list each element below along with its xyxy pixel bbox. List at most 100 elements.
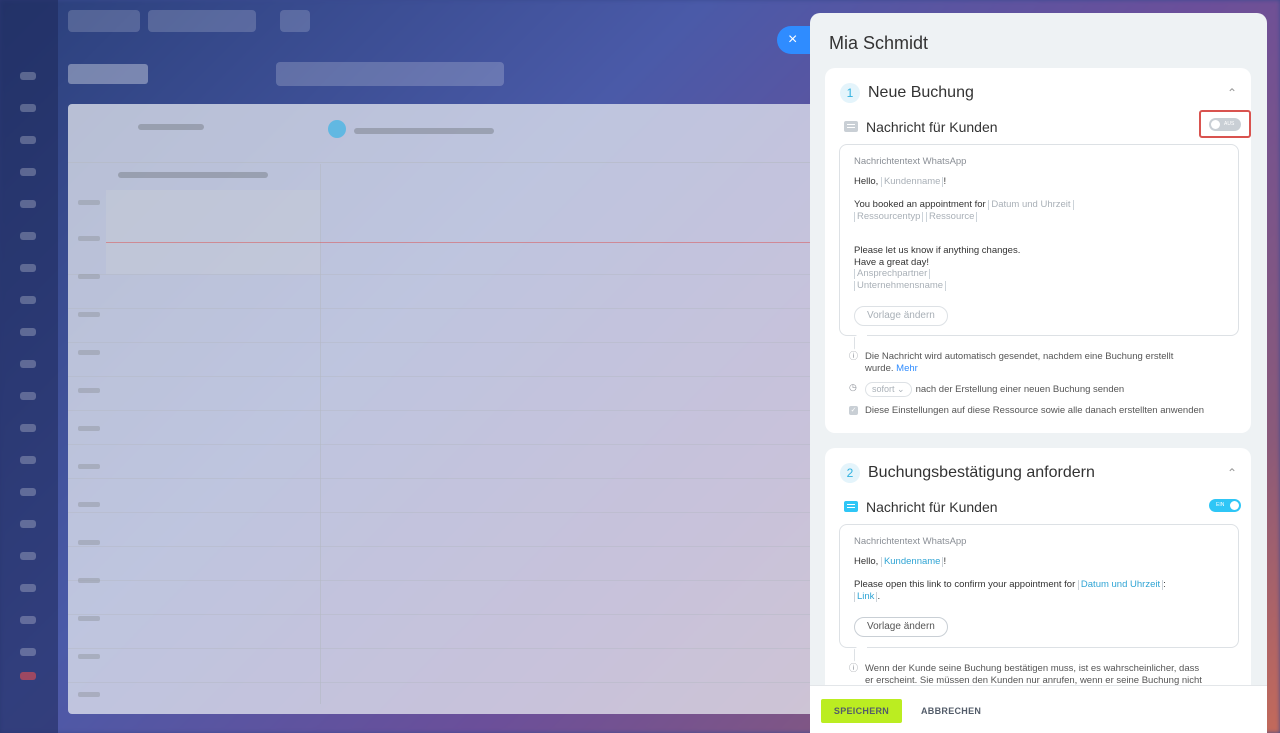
bg-sidebar-icon (20, 168, 36, 176)
bg-time (78, 236, 100, 241)
bg-row-line (68, 376, 828, 377)
change-template-button[interactable]: Vorlage ändern (854, 617, 948, 637)
close-icon: × (788, 31, 798, 48)
bg-row-line (68, 546, 828, 547)
bg-time (78, 692, 100, 697)
bg-time (78, 616, 100, 621)
save-button[interactable]: SPEICHERN (821, 699, 902, 723)
bg-time (78, 350, 100, 355)
message-toggle[interactable]: EIN (1209, 499, 1241, 512)
message-icon (844, 121, 858, 132)
background-sidebar (0, 0, 58, 733)
bg-sidebar-icon (20, 232, 36, 240)
bg-bar (118, 172, 268, 178)
section-booking-confirmation: 2 Buchungsbestätigung anfordern ⌃ Nachri… (825, 448, 1251, 685)
timing-text: sofort ⌄ nach der Erstellung einer neuen … (865, 382, 1124, 397)
bg-sidebar-icon (20, 672, 36, 680)
message-line: You booked an appointment for Datum und … (854, 199, 1074, 222)
background-title (68, 64, 148, 84)
toggle-knob (1211, 120, 1220, 129)
message-preview: Nachrichtentext WhatsApp Hello, Kundenna… (839, 144, 1239, 350)
message-label: Nachricht für Kunden (866, 499, 998, 515)
bg-sidebar-icon (20, 136, 36, 144)
bg-sidebar-icon (20, 520, 36, 528)
bg-sidebar-icon (20, 456, 36, 464)
background-search (276, 62, 504, 86)
bg-sidebar-icon (20, 424, 36, 432)
bg-bar (354, 128, 494, 134)
placeholder-tag: Ressource (926, 211, 978, 222)
toggle-knob (1230, 501, 1239, 510)
more-link[interactable]: Mehr (896, 363, 918, 374)
message-caption: Nachrichtentext WhatsApp (854, 536, 967, 547)
bubble-tail (854, 326, 867, 350)
bg-sidebar-icon (20, 616, 36, 624)
placeholder-tag: Unternehmensname (854, 280, 947, 291)
bg-avatar (328, 120, 346, 138)
placeholder-tag: Ansprechpartner (854, 269, 931, 279)
bg-time (78, 426, 100, 431)
bg-sidebar-icon (20, 72, 36, 80)
section-number: 2 (840, 463, 860, 483)
message-line: Hello, Kundenname! (854, 176, 947, 187)
message-line: Please let us know if anything changes. … (854, 245, 1021, 291)
chevron-up-icon[interactable]: ⌃ (1227, 86, 1237, 100)
bg-row-line (68, 682, 828, 683)
bg-row-line (68, 342, 828, 343)
bg-pill (280, 10, 310, 32)
section-title: Buchungsbestätigung anfordern (868, 464, 1095, 481)
background-calendar (68, 104, 828, 714)
bg-sidebar-icon (20, 200, 36, 208)
chevron-up-icon[interactable]: ⌃ (1227, 466, 1237, 480)
bg-sidebar-icon (20, 328, 36, 336)
bg-row-line (68, 410, 828, 411)
bg-row-line (68, 444, 828, 445)
bg-time (78, 654, 100, 659)
change-template-button[interactable]: Vorlage ändern (854, 306, 948, 326)
bg-row-line (68, 580, 828, 581)
bubble-tail (854, 638, 867, 662)
bg-row-line (68, 274, 828, 275)
bg-sidebar-icon (20, 296, 36, 304)
placeholder-tag: Kundenname (880, 177, 944, 187)
message-caption: Nachrichtentext WhatsApp (854, 156, 967, 167)
panel-title: Mia Schmidt (829, 33, 929, 53)
bg-time (78, 578, 100, 583)
bg-column (106, 190, 320, 274)
apply-text: Diese Einstellungen auf diese Ressource … (865, 405, 1205, 416)
bg-time (78, 200, 100, 205)
section-number: 1 (840, 83, 860, 103)
message-toggle[interactable]: AUS (1209, 118, 1241, 131)
bg-time (78, 464, 100, 469)
message-icon (844, 501, 858, 512)
bg-now-line (106, 242, 826, 243)
bg-pill (68, 10, 140, 32)
clock-icon: ◷ (849, 382, 857, 392)
bg-sidebar-icon (20, 488, 36, 496)
placeholder-tag: Datum und Uhrzeit (988, 200, 1074, 210)
placeholder-tag: Ressourcentyp (854, 211, 924, 222)
info-text: Wenn der Kunde seine Buchung bestätigen … (865, 663, 1202, 685)
placeholder-tag: Link (854, 591, 878, 602)
message-line: Hello, Kundenname! (854, 556, 947, 567)
panel-scroll-area[interactable]: 1 Neue Buchung ⌃ Nachricht für Kunden AU… (810, 68, 1267, 685)
cancel-button[interactable]: ABBRECHEN (921, 699, 981, 723)
message-preview: Nachrichtentext WhatsApp Hello, Kundenna… (839, 524, 1239, 662)
apply-checkbox[interactable]: ✓ (849, 406, 858, 415)
bg-time (78, 274, 100, 279)
info-icon: ⓘ (849, 663, 859, 673)
panel-footer: SPEICHERN ABBRECHEN (810, 685, 1267, 733)
bg-row-line (68, 308, 828, 309)
bg-sidebar-icon (20, 648, 36, 656)
bg-time (78, 388, 100, 393)
bg-row-line (68, 512, 828, 513)
bg-pill (148, 10, 256, 32)
bg-sidebar-icon (20, 360, 36, 368)
info-icon: ⓘ (849, 351, 859, 361)
bg-time (78, 312, 100, 317)
bg-time (78, 502, 100, 507)
timing-select[interactable]: sofort ⌄ (865, 382, 912, 397)
bg-row-line (68, 478, 828, 479)
bg-divider (320, 164, 321, 704)
bg-sidebar-icon (20, 104, 36, 112)
